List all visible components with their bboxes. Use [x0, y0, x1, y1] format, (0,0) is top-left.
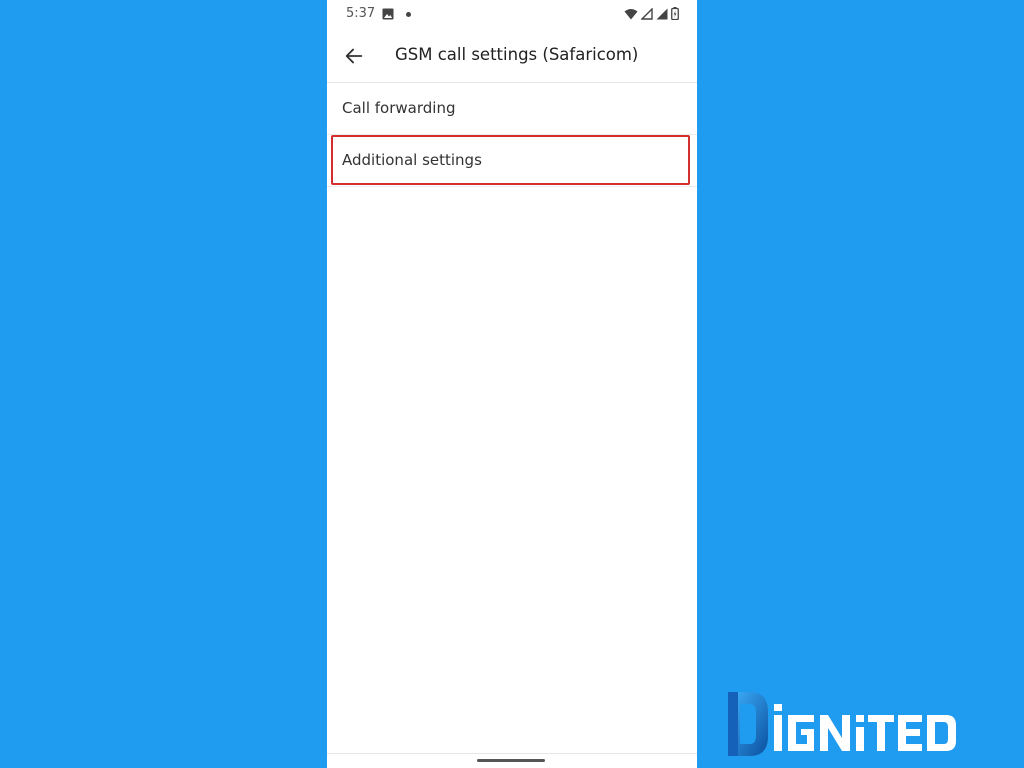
status-icons [624, 7, 679, 20]
settings-item-additional-settings[interactable]: Additional settings [327, 135, 697, 187]
wifi-icon [624, 8, 638, 19]
status-bar: 5:37 [327, 0, 697, 30]
image-icon [382, 8, 394, 20]
navigation-handle[interactable] [477, 759, 545, 762]
notification-dot-icon [406, 12, 411, 17]
settings-item-label: Call forwarding [342, 99, 456, 117]
bottom-divider [327, 753, 697, 754]
settings-item-label: Additional settings [342, 151, 482, 169]
app-bar: GSM call settings (Safaricom) [327, 30, 697, 83]
settings-item-call-forwarding[interactable]: Call forwarding [327, 83, 697, 135]
page-title: GSM call settings (Safaricom) [395, 45, 639, 64]
signal-empty-icon [641, 7, 653, 20]
phone-screen: 5:37 GSM call settings (Safaricom) Call … [327, 0, 697, 768]
signal-icon [656, 8, 668, 19]
status-time: 5:37 [346, 6, 376, 21]
arrow-left-icon[interactable] [343, 45, 365, 67]
dignited-logo [728, 692, 956, 756]
battery-icon [671, 7, 679, 20]
